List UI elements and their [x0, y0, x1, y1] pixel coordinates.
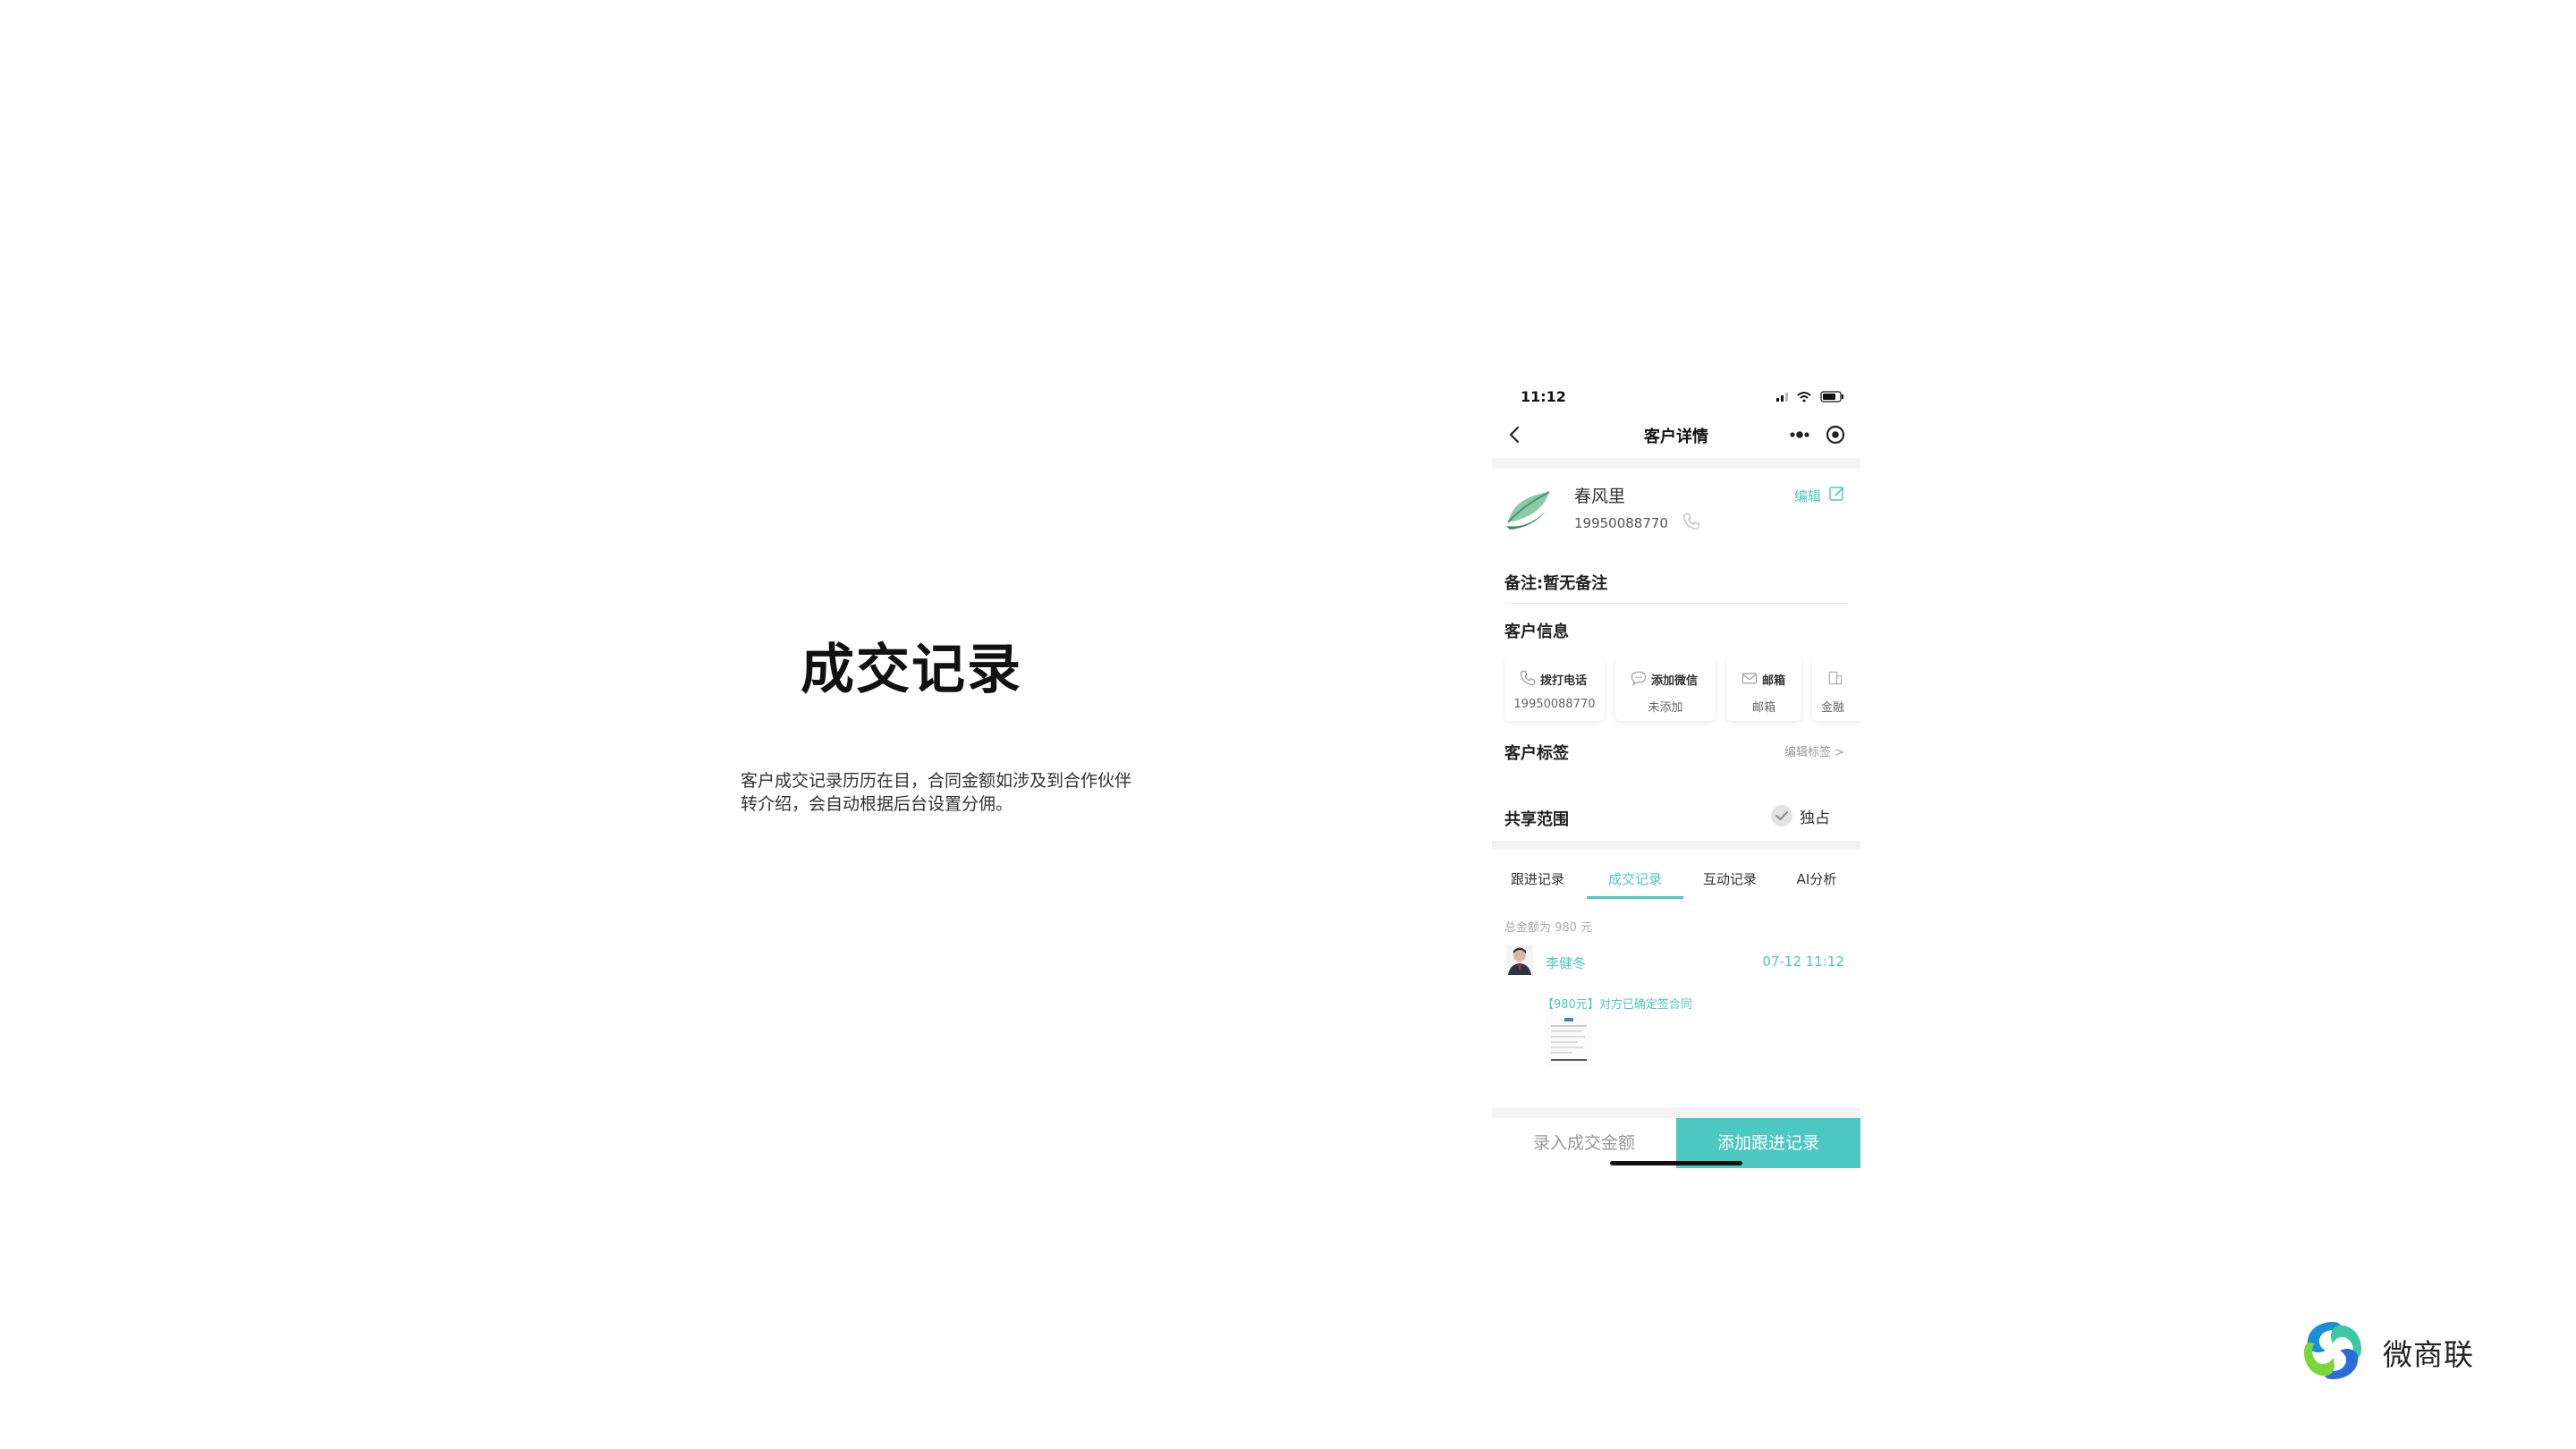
user-avatar	[1506, 945, 1533, 975]
phone-screen: 11:12 客户详情 春风里 19950088770 编辑 备注:暂无备注 客户…	[1492, 376, 1860, 1177]
customer-remark: 备注:暂无备注	[1504, 574, 1608, 593]
leaf-avatar-icon	[1506, 491, 1550, 530]
share-scope-label: 共享范围	[1504, 810, 1569, 829]
info-card-wechat[interactable]: 添加微信 未添加	[1615, 657, 1716, 721]
share-scope-value: 独占	[1800, 809, 1830, 827]
info-card-label: 添加微信	[1651, 674, 1699, 688]
customer-profile: 春风里 19950088770 编辑	[1492, 469, 1860, 558]
mail-icon	[1741, 673, 1758, 684]
info-card-value: 邮箱	[1751, 701, 1775, 715]
contract-thumbnail[interactable]	[1546, 1014, 1592, 1066]
status-icons	[1776, 391, 1843, 402]
status-time: 11:12	[1521, 388, 1566, 405]
tab-deal-records[interactable]: 成交记录	[1605, 869, 1665, 888]
edit-customer-link[interactable]: 编辑	[1794, 487, 1821, 505]
brand-name: 微商联	[2383, 1337, 2474, 1372]
active-tab-indicator	[1587, 896, 1683, 899]
record-tabs: 跟进记录 成交记录 互动记录 AI分析	[1492, 855, 1860, 902]
chat-icon	[1631, 671, 1647, 686]
info-card-label: 拨打电话	[1540, 674, 1588, 688]
phone-icon	[1520, 670, 1536, 686]
record-text: 【980元】对方已确定签合同	[1542, 998, 1692, 1012]
info-card-value: 未添加	[1648, 701, 1683, 715]
home-indicator[interactable]	[1610, 1161, 1742, 1165]
nav-bar: 客户详情	[1492, 411, 1860, 458]
divider	[1492, 1107, 1860, 1118]
record-time: 07-12 11:12	[1762, 953, 1844, 970]
customer-name: 春风里	[1574, 487, 1626, 506]
phone-icon[interactable]	[1682, 512, 1701, 531]
check-circle-icon[interactable]	[1769, 803, 1794, 828]
info-card-finance[interactable]: 金融	[1812, 657, 1860, 721]
customer-info-cards: 拨打电话 19950088770 添加微信 未添加 邮箱 邮箱 金融	[1503, 657, 1860, 726]
info-card-value: 19950088770	[1513, 698, 1596, 711]
divider	[1504, 603, 1848, 604]
divider	[1492, 458, 1860, 469]
status-bar: 11:12	[1492, 376, 1860, 411]
edit-icon[interactable]	[1828, 485, 1846, 503]
brand-logo	[2304, 1322, 2361, 1379]
customer-info-label: 客户信息	[1504, 623, 1569, 641]
edit-tags-link[interactable]: 编辑标签 >	[1784, 742, 1844, 759]
info-card-label: 邮箱	[1762, 674, 1786, 688]
building-icon	[1828, 671, 1843, 685]
slide-description: 客户成交记录历历在目，合同金额如涉及到合作伙伴转介绍，会自动根据后台设置分佣。	[741, 771, 1132, 814]
tab-ai-analysis[interactable]: AI分析	[1791, 869, 1843, 888]
info-card-call[interactable]: 拨打电话 19950088770	[1504, 657, 1605, 721]
record-user-name[interactable]: 李健冬	[1546, 953, 1586, 972]
customer-tags-label: 客户标签	[1504, 744, 1569, 763]
mini-program-capsule[interactable]	[1758, 422, 1848, 447]
divider	[1492, 841, 1860, 850]
deal-total: 总金额为 980 元	[1504, 921, 1593, 935]
tab-follow-records[interactable]: 跟进记录	[1510, 869, 1565, 888]
customer-phone: 19950088770	[1574, 515, 1668, 531]
info-card-value: 金融	[1821, 701, 1845, 715]
tab-interaction-records[interactable]: 互动记录	[1699, 869, 1760, 888]
info-card-email[interactable]: 邮箱 邮箱	[1726, 657, 1801, 721]
slide-title: 成交记录	[801, 639, 1022, 701]
